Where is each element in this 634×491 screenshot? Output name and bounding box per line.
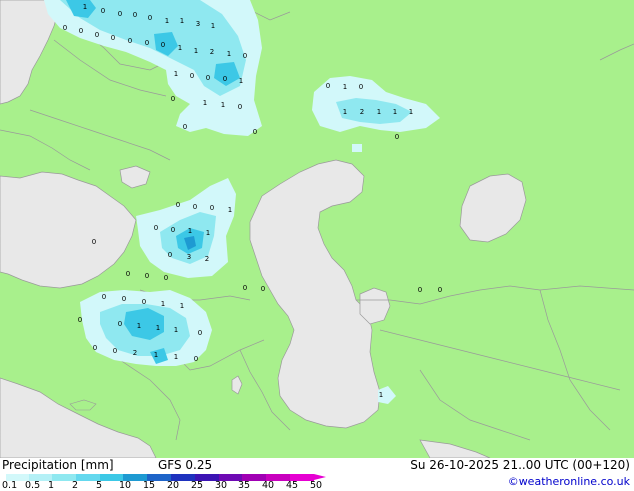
precip-value-label: 0 [183,123,187,131]
precip-value-label: 1 [154,351,158,359]
precip-value-label: 1 [180,302,184,310]
colorbar-label: 10 [119,480,132,491]
precip-value-label: 1 [174,70,178,78]
colorbar-label: 20 [167,480,180,491]
precip-value-label: 0 [145,272,149,280]
precip-value-label: 1 [228,206,232,214]
colorbar-label: 35 [238,480,251,491]
precip-value-label: 0 [101,7,105,15]
precip-value-label: 0 [113,347,117,355]
precip-value-label: 0 [102,293,106,301]
precip-value-label: 0 [161,41,165,49]
forecast-datetime: Su 26-10-2025 21..00 UTC (00+120) [410,458,630,472]
precip-value-label: 1 [174,326,178,334]
precip-value-label: 1 [188,227,192,235]
precip-value-label: 1 [137,322,141,330]
model-name: GFS 0.25 [158,458,213,472]
precipitation-map: 1 0 0 0 0 1 1 3 1 0 0 0 0 0 0 0 1 1 2 1 0 1 0 0 0 1 0 1 1 0 0 0 0 1 0 1 2 1 1 1… [0,0,634,458]
precip-value-label: 2 [360,108,364,116]
colorbar-label: 30 [215,480,228,491]
precip-value-label: 1 [393,108,397,116]
colorbar-label: 1 [48,480,55,491]
precip-value-label: 1 [194,47,198,55]
precip-value-label: 0 [438,286,442,294]
colorbar-label: 45 [286,480,299,491]
precip-value-label: 1 [203,99,207,107]
precip-value-label: 0 [168,251,172,259]
colorbar-label: 0.1 [2,480,18,491]
map-title: Precipitation [mm] [2,458,114,472]
precip-value-label: 2 [205,255,209,263]
precip-value-label: 0 [122,295,126,303]
precip-value-label: 0 [194,355,198,363]
credit-link[interactable]: ©weatheronline.co.uk [508,475,630,488]
precip-value-label: 2 [210,48,214,56]
precip-value-label: 1 [343,108,347,116]
precip-value-label: 1 [178,44,182,52]
precip-value-label: 0 [198,329,202,337]
precip-value-label: 0 [193,203,197,211]
precip-value-label: 0 [243,52,247,60]
colorbar-label: 15 [143,480,156,491]
colorbar-label: 50 [310,480,323,491]
precip-value-label: 0 [63,24,67,32]
precip-value-label: 1 [174,353,178,361]
map-footer: Precipitation [mm] GFS 0.25 Su 26-10-202… [0,458,634,491]
precip-value-label: 1 [221,101,225,109]
precip-value-label: 1 [165,17,169,25]
precip-value-label: 1 [156,324,160,332]
precip-value-label: 0 [176,201,180,209]
precip-value-label: 0 [154,224,158,232]
precip-value-label: 0 [148,14,152,22]
precip-value-label: 0 [261,285,265,293]
precip-value-label: 0 [171,95,175,103]
colorbar-label: 0.5 [25,480,41,491]
precip-value-label: 0 [164,274,168,282]
precip-value-label: 0 [395,133,399,141]
colorbar-label: 2 [72,480,79,491]
precip-value-label: 0 [126,270,130,278]
precip-value-label: 0 [142,298,146,306]
precip-value-label: 0 [128,37,132,45]
precip-value-label: 1 [377,108,381,116]
precip-value-label: 1 [379,391,383,399]
precip-value-label: 1 [409,108,413,116]
precip-value-label: 0 [111,34,115,42]
precip-value-label: 1 [180,17,184,25]
precip-value-label: 0 [418,286,422,294]
precip-value-label: 0 [95,31,99,39]
precip-value-label: 0 [326,82,330,90]
precip-value-label: 1 [227,50,231,58]
colorbar-label: 40 [262,480,275,491]
precip-value-label: 0 [253,128,257,136]
precip-value-label: 0 [118,10,122,18]
precip-value-label: 1 [83,3,87,11]
precip-value-label: 0 [79,27,83,35]
precip-value-label: 0 [238,103,242,111]
precip-value-label: 0 [243,284,247,292]
precip-value-label: 0 [210,204,214,212]
precip-value-label: 3 [196,20,200,28]
precip-value-label: 0 [223,75,227,83]
precip-value-label: 0 [118,320,122,328]
precip-value-label: 0 [93,344,97,352]
precip-value-label: 1 [211,22,215,30]
precip-value-label: 0 [206,74,210,82]
colorbar-label: 5 [96,480,103,491]
precip-value-label: 1 [343,83,347,91]
precip-value-label: 2 [133,349,137,357]
precip-value-label: 0 [171,226,175,234]
precip-value-label: 1 [239,77,243,85]
precip-value-label: 0 [359,83,363,91]
precip-value-label: 0 [145,39,149,47]
precip-value-label: 1 [161,300,165,308]
precip-value-label: 0 [78,316,82,324]
precip-value-label: 0 [133,11,137,19]
precip-value-label: 0 [92,238,96,246]
precip-value-label: 3 [187,253,191,261]
precip-value-label: 0 [190,72,194,80]
colorbar-label: 25 [191,480,204,491]
precip-value-label: 1 [206,229,210,237]
